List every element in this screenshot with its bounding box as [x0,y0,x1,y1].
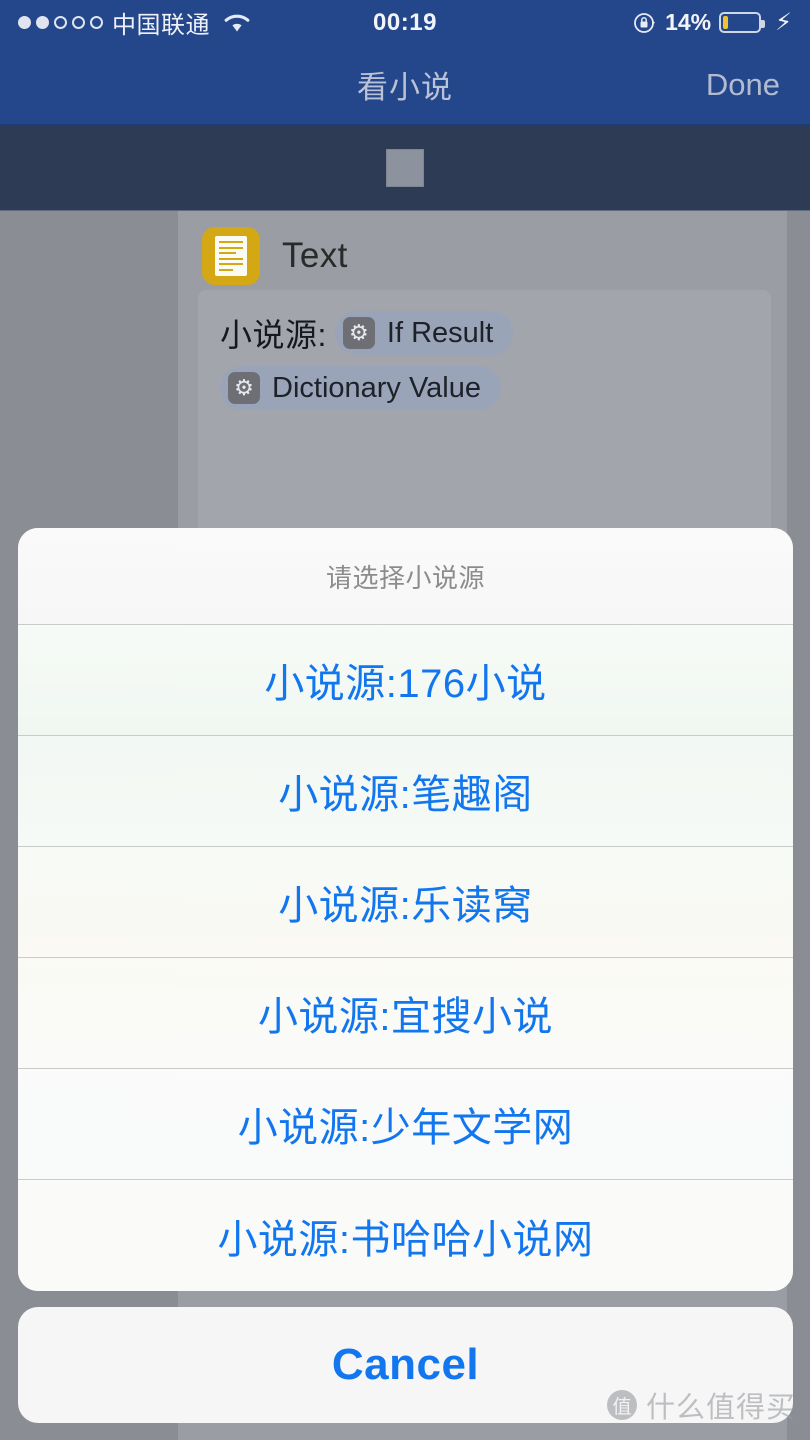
token-label: If Result [386,316,494,349]
text-field-line-2: ⚙ Dictionary Value [220,366,749,410]
cancel-button[interactable]: Cancel [18,1307,793,1423]
gear-icon: ⚙ [342,317,375,349]
action-sheet-option-3[interactable]: 小说源:乐读窝 [18,847,793,958]
action-sheet-option-1[interactable]: 小说源:176小说 [18,625,793,736]
option-label: 小说源:乐读窝 [278,884,533,928]
action-sheet-option-2[interactable]: 小说源:笔趣阁 [18,736,793,847]
option-label: 小说源:176小说 [264,662,547,706]
rotation-lock-icon [633,11,657,35]
status-bar: 中国联通 00:19 14% ⚡ [0,0,810,45]
action-sheet-title: 请选择小说源 [325,562,485,593]
action-sheet: 请选择小说源 小说源:176小说 小说源:笔趣阁 小说源:乐读窝 小说源:宜搜小… [18,528,793,1291]
option-label: 小说源:宜搜小说 [257,995,554,1039]
variable-token-if-result[interactable]: ⚙ If Result [334,311,514,355]
action-sheet-title-row: 请选择小说源 [18,528,793,625]
token-label: Dictionary Value [272,371,482,404]
stop-button[interactable] [386,148,424,187]
text-document-icon [202,227,260,285]
battery-icon [719,12,766,33]
action-sheet-option-4[interactable]: 小说源:宜搜小说 [18,958,793,1069]
status-bar-right: 14% ⚡ [405,9,792,36]
action-header: Text [198,223,768,285]
variable-token-dictionary-value[interactable]: ⚙ Dictionary Value [220,366,502,410]
charging-bolt-icon: ⚡ [775,8,792,36]
run-toolbar [0,125,810,211]
text-field-line-1: 小说源: ⚙ If Result [220,310,749,356]
navigation-bar: 看小说 Done [0,45,810,125]
action-title: Text [282,236,348,275]
cancel-label: Cancel [331,1340,480,1389]
option-label: 小说源:书哈哈小说网 [217,1217,594,1262]
option-label: 小说源:少年文学网 [237,1106,574,1150]
action-sheet-option-6[interactable]: 小说源:书哈哈小说网 [18,1180,793,1291]
text-field-prefix: 小说源: [220,317,327,353]
text-input-field[interactable]: 小说源: ⚙ If Result ⚙ Dictionary Value [198,290,771,540]
gear-icon: ⚙ [228,372,260,404]
action-sheet-option-5[interactable]: 小说源:少年文学网 [18,1069,793,1180]
text-action-card[interactable]: Text [198,223,768,285]
option-label: 小说源:笔趣阁 [278,773,533,817]
battery-percent-label: 14% [665,9,712,35]
done-button[interactable]: Done [706,67,780,103]
page-title: 看小说 [357,70,453,105]
